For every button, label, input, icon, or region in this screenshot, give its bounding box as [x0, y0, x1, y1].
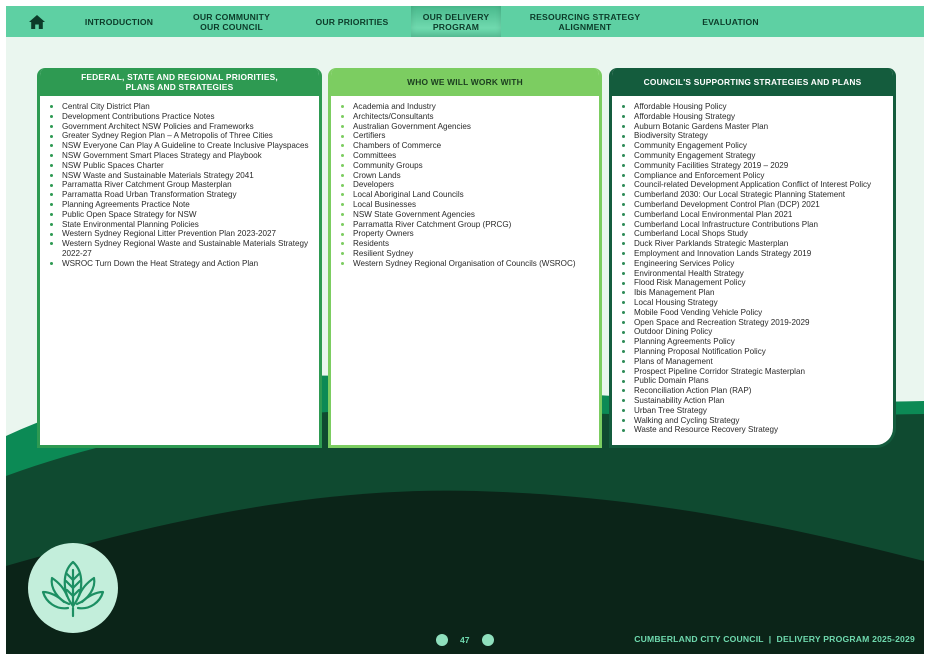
- list-item: Reconciliation Action Plan (RAP): [622, 386, 883, 396]
- list-item: Open Space and Recreation Strategy 2019-…: [622, 318, 883, 328]
- panel-title: COUNCIL'S SUPPORTING STRATEGIES AND PLAN…: [612, 68, 893, 96]
- who-we-work-with-panel: WHO WE WILL WORK WITH Academia and Indus…: [328, 68, 602, 448]
- list-item: Local Aboriginal Land Councils: [341, 190, 589, 200]
- list-item: Outdoor Dining Policy: [622, 327, 883, 337]
- nav-our-delivery-program[interactable]: OUR DELIVERY PROGRAM: [411, 6, 501, 37]
- list-item: WSROC Turn Down the Heat Strategy and Ac…: [50, 259, 309, 269]
- list-item: Cumberland Local Infrastructure Contribu…: [622, 220, 883, 230]
- list-item: Cumberland Local Shops Study: [622, 229, 883, 239]
- list-item: Compliance and Enforcement Policy: [622, 171, 883, 181]
- list-item: Planning Agreements Policy: [622, 337, 883, 347]
- list-item: Property Owners: [341, 229, 589, 239]
- list-item: Public Domain Plans: [622, 376, 883, 386]
- list-item: Mobile Food Vending Vehicle Policy: [622, 308, 883, 318]
- list-item: Biodiversity Strategy: [622, 131, 883, 141]
- lotus-leaf-icon: [41, 560, 105, 618]
- list-item: Certifiers: [341, 131, 589, 141]
- council-strategies-panel: COUNCIL'S SUPPORTING STRATEGIES AND PLAN…: [609, 68, 896, 448]
- list-item: Parramatta Road Urban Transformation Str…: [50, 190, 309, 200]
- list-item: NSW Public Spaces Charter: [50, 161, 309, 171]
- list-item: Auburn Botanic Gardens Master Plan: [622, 122, 883, 132]
- partner-list: Academia and Industry Architects/Consulta…: [341, 102, 589, 269]
- list-item: Central City District Plan: [50, 102, 309, 112]
- list-item: Employment and Innovation Lands Strategy…: [622, 249, 883, 259]
- footer-title: CUMBERLAND CITY COUNCIL | DELIVERY PROGR…: [634, 634, 915, 644]
- list-item: Duck River Parklands Strategic Masterpla…: [622, 239, 883, 249]
- list-item: Planning Proposal Notification Policy: [622, 347, 883, 357]
- list-item: Cumberland Local Environmental Plan 2021: [622, 210, 883, 220]
- list-item: Affordable Housing Policy: [622, 102, 883, 112]
- list-item: Developers: [341, 180, 589, 190]
- strategy-list: Central City District Plan Development Co…: [50, 102, 309, 269]
- list-item: Public Open Space Strategy for NSW: [50, 210, 309, 220]
- list-item: Greater Sydney Region Plan – A Metropoli…: [50, 131, 309, 141]
- list-item: Engineering Services Policy: [622, 259, 883, 269]
- page-number: 47: [460, 635, 470, 645]
- list-item: Cumberland Development Control Plan (DCP…: [622, 200, 883, 210]
- federal-state-regional-panel: FEDERAL, STATE AND REGIONAL PRIORITIES, …: [37, 68, 322, 448]
- list-item: Australian Government Agencies: [341, 122, 589, 132]
- list-item: Planning Agreements Practice Note: [50, 200, 309, 210]
- list-item: Western Sydney Regional Litter Preventio…: [50, 229, 309, 239]
- previous-page-button[interactable]: [436, 634, 448, 646]
- list-item: Parramatta River Catchment Group (PRCG): [341, 220, 589, 230]
- list-item: Resilient Sydney: [341, 249, 589, 259]
- list-item: State Environmental Planning Policies: [50, 220, 309, 230]
- list-item: Community Facilities Strategy 2019 – 202…: [622, 161, 883, 171]
- panel-title: FEDERAL, STATE AND REGIONAL PRIORITIES, …: [40, 68, 319, 96]
- list-item: Residents: [341, 239, 589, 249]
- list-item: NSW Government Smart Places Strategy and…: [50, 151, 309, 161]
- list-item: Plans of Management: [622, 357, 883, 367]
- list-item: Development Contributions Practice Notes: [50, 112, 309, 122]
- list-item: Local Businesses: [341, 200, 589, 210]
- nav-our-priorities[interactable]: OUR PRIORITIES: [293, 6, 411, 37]
- pagination: 47: [436, 634, 494, 646]
- list-item: NSW State Government Agencies: [341, 210, 589, 220]
- nav-our-community[interactable]: OUR COMMUNITY OUR COUNCIL: [170, 6, 293, 37]
- list-item: Chambers of Commerce: [341, 141, 589, 151]
- list-item: NSW Everyone Can Play A Guideline to Cre…: [50, 141, 309, 151]
- list-item: Academia and Industry: [341, 102, 589, 112]
- list-item: Western Sydney Regional Organisation of …: [341, 259, 589, 269]
- council-strategy-list: Affordable Housing Policy Affordable Hous…: [622, 102, 883, 435]
- panel-title: WHO WE WILL WORK WITH: [331, 68, 599, 96]
- list-item: Prospect Pipeline Corridor Strategic Mas…: [622, 367, 883, 377]
- top-navigation: INTRODUCTION OUR COMMUNITY OUR COUNCIL O…: [6, 6, 924, 37]
- next-page-button[interactable]: [481, 634, 494, 646]
- list-item: Walking and Cycling Strategy: [622, 416, 883, 426]
- list-item: Community Groups: [341, 161, 589, 171]
- list-item: Government Architect NSW Policies and Fr…: [50, 122, 309, 132]
- list-item: Parramatta River Catchment Group Masterp…: [50, 180, 309, 190]
- list-item: Sustainability Action Plan: [622, 396, 883, 406]
- nav-evaluation[interactable]: EVALUATION: [669, 6, 792, 37]
- list-item: Committees: [341, 151, 589, 161]
- list-item: Western Sydney Regional Waste and Sustai…: [50, 239, 309, 259]
- nav-introduction[interactable]: INTRODUCTION: [68, 6, 170, 37]
- lotus-badge: [28, 543, 118, 633]
- list-item: Ibis Management Plan: [622, 288, 883, 298]
- list-item: Architects/Consultants: [341, 112, 589, 122]
- list-item: Urban Tree Strategy: [622, 406, 883, 416]
- list-item: Waste and Resource Recovery Strategy: [622, 425, 883, 435]
- list-item: Local Housing Strategy: [622, 298, 883, 308]
- list-item: NSW Waste and Sustainable Materials Stra…: [50, 171, 309, 181]
- nav-resourcing-strategy[interactable]: RESOURCING STRATEGY ALIGNMENT: [501, 6, 669, 37]
- list-item: Environmental Health Strategy: [622, 269, 883, 279]
- list-item: Affordable Housing Strategy: [622, 112, 883, 122]
- list-item: Community Engagement Policy: [622, 141, 883, 151]
- list-item: Crown Lands: [341, 171, 589, 181]
- list-item: Council-related Development Application …: [622, 180, 883, 190]
- list-item: Cumberland 2030: Our Local Strategic Pla…: [622, 190, 883, 200]
- list-item: Flood Risk Management Policy: [622, 278, 883, 288]
- list-item: Community Engagement Strategy: [622, 151, 883, 161]
- home-button[interactable]: [6, 6, 68, 37]
- page: INTRODUCTION OUR COMMUNITY OUR COUNCIL O…: [6, 6, 924, 654]
- home-icon: [29, 14, 45, 29]
